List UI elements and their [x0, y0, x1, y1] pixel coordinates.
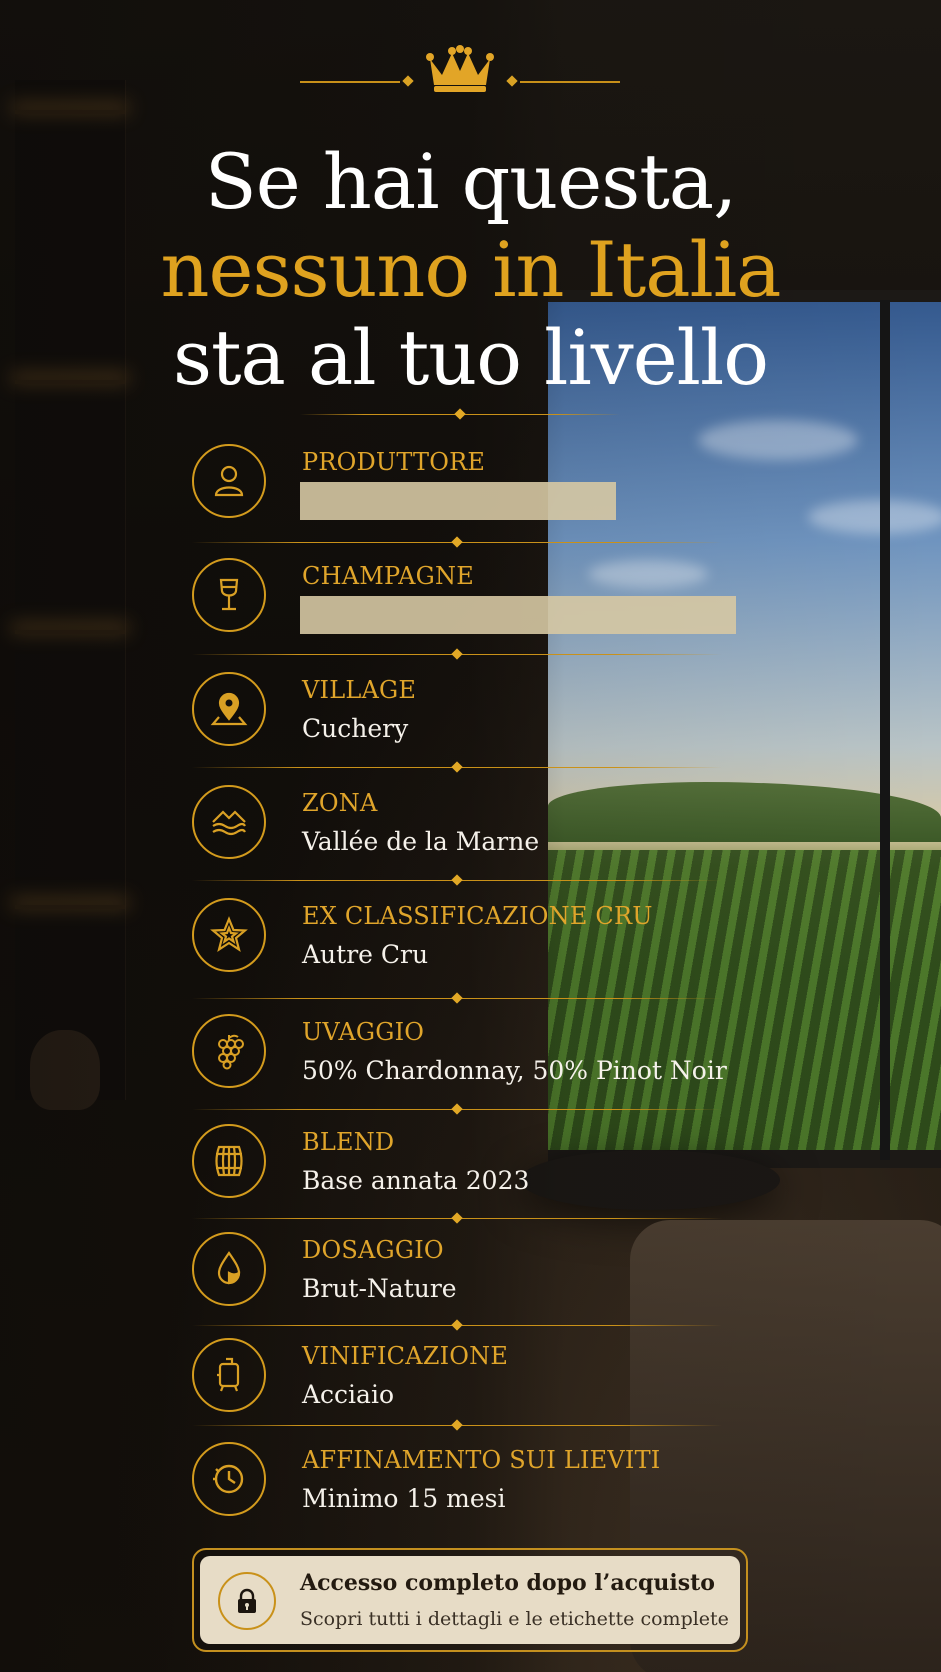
row-divider [192, 992, 722, 1004]
info-value: Acciaio [302, 1380, 395, 1409]
row-divider [192, 1212, 722, 1224]
ornament-diamond [402, 75, 414, 87]
row-divider [192, 874, 722, 886]
ornament-line [300, 81, 400, 83]
info-value: Minimo 15 mesi [302, 1484, 506, 1513]
grapes-icon [192, 1014, 266, 1088]
info-row-blend: BLEND Base annata 2023 [192, 1124, 712, 1204]
info-row-affinamento: AFFINAMENTO SUI LIEVITI Minimo 15 mesi [192, 1442, 712, 1522]
info-value: Vallée de la Marne [302, 827, 540, 856]
row-divider [192, 1319, 722, 1331]
top-ornament [300, 45, 620, 95]
header-divider [300, 408, 620, 420]
row-divider [192, 1419, 722, 1431]
lock-icon [218, 1572, 276, 1630]
info-label: UVAGGIO [302, 1018, 425, 1046]
headline: Se hai questa, nessuno in Italia sta al … [0, 138, 941, 402]
info-label: BLEND [302, 1128, 395, 1156]
info-label: ZONA [302, 789, 378, 817]
info-value: Autre Cru [302, 940, 429, 969]
map-pin-icon [192, 672, 266, 746]
person-icon [192, 444, 266, 518]
waves-mountains-icon [192, 785, 266, 859]
ornament-line [520, 81, 620, 83]
steel-tank-icon [192, 1338, 266, 1412]
row-divider [192, 648, 722, 660]
headline-line-1: Se hai questa, [204, 137, 738, 226]
info-row-classificazione: EX CLASSIFICAZIONE CRU Autre Cru [192, 898, 712, 978]
info-value: 50% Chardonnay, 50% Pinot Noir [302, 1056, 727, 1085]
crown-icon [426, 45, 494, 92]
info-row-vinificazione: VINIFICAZIONE Acciaio [192, 1338, 712, 1418]
row-divider [192, 761, 722, 773]
info-label: VINIFICAZIONE [302, 1342, 509, 1370]
info-label: CHAMPAGNE [302, 562, 474, 590]
wine-glass-icon [192, 558, 266, 632]
info-label: VILLAGE [302, 676, 417, 704]
headline-line-2: nessuno in Italia [160, 225, 782, 314]
barrel-icon [192, 1124, 266, 1198]
headline-line-3: sta al tuo livello [172, 313, 769, 402]
redacted-value [300, 482, 616, 520]
drop-icon [192, 1232, 266, 1306]
info-label: AFFINAMENTO SUI LIEVITI [302, 1446, 661, 1474]
info-label: PRODUTTORE [302, 448, 486, 476]
info-row-uvaggio: UVAGGIO 50% Chardonnay, 50% Pinot Noir [192, 1014, 727, 1094]
star-icon [192, 898, 266, 972]
ornament-diamond [506, 75, 518, 87]
row-divider [192, 1103, 722, 1115]
info-value: Cuchery [302, 714, 409, 743]
info-value: Base annata 2023 [302, 1166, 530, 1195]
info-row-zona: ZONA Vallée de la Marne [192, 785, 712, 865]
info-row-village: VILLAGE Cuchery [192, 672, 712, 752]
row-divider [192, 536, 722, 548]
content: Se hai questa, nessuno in Italia sta al … [0, 0, 941, 1672]
info-row-dosaggio: DOSAGGIO Brut-Nature [192, 1232, 712, 1312]
access-subtitle: Scopri tutti i dettagli e le etichette c… [300, 1608, 729, 1630]
info-row-champagne: CHAMPAGNE [192, 558, 736, 638]
info-label: DOSAGGIO [302, 1236, 444, 1264]
access-title: Accesso completo dopo l’acquisto [300, 1570, 715, 1596]
access-banner[interactable]: Accesso completo dopo l’acquisto Scopri … [192, 1548, 748, 1652]
info-label: EX CLASSIFICAZIONE CRU [302, 902, 653, 930]
clock-icon [192, 1442, 266, 1516]
info-value: Brut-Nature [302, 1274, 457, 1303]
redacted-value [300, 596, 736, 634]
info-row-produttore: PRODUTTORE [192, 444, 712, 524]
